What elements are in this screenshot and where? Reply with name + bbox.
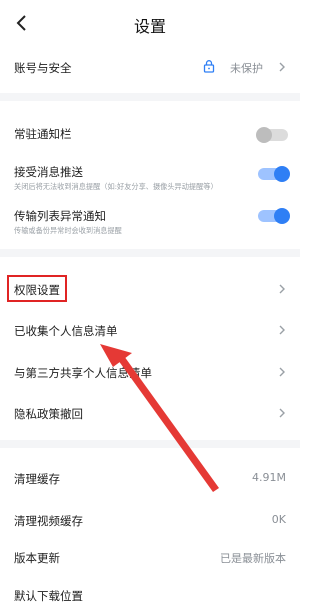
transfer-description: 传输或备份异常时会收到消息提醒: [14, 226, 122, 235]
push-toggle[interactable]: [258, 166, 290, 182]
toggle-knob: [274, 208, 290, 224]
push-description: 关闭后将无法收到消息提醒（如:好友分享、摄像头异动提醒等）: [14, 182, 218, 191]
section-divider: [0, 93, 300, 101]
push-item: 接受消息推送 关闭后将无法收到消息提醒（如:好友分享、摄像头异动提醒等）: [0, 156, 300, 196]
cache-size: 4.91M: [252, 471, 286, 484]
account-security-label: 账号与安全: [14, 61, 72, 75]
collected-info-label: 已收集个人信息清单: [14, 324, 118, 338]
toggle-knob: [256, 127, 272, 143]
chevron-right-icon: [279, 62, 285, 72]
transfer-label: 传输列表异常通知: [14, 209, 106, 223]
download-location-item[interactable]: 默认下载位置: [0, 580, 300, 610]
account-status: 未保护: [230, 62, 263, 75]
chevron-right-icon: [279, 325, 285, 335]
section-divider: [0, 249, 300, 257]
third-party-info-label: 与第三方共享个人信息清单: [14, 366, 152, 380]
version-update-label: 版本更新: [14, 551, 60, 565]
clear-cache-label: 清理缓存: [14, 472, 60, 486]
version-update-item[interactable]: 版本更新 已是最新版本: [0, 544, 300, 574]
chevron-right-icon: [279, 408, 285, 418]
lock-icon: [203, 60, 215, 73]
header-bar: 设置: [0, 0, 300, 46]
page-title: 设置: [133, 17, 166, 36]
privacy-withdraw-item[interactable]: 隐私政策撤回: [0, 394, 300, 432]
highlight-box: [7, 275, 67, 302]
privacy-withdraw-label: 隐私政策撤回: [14, 407, 83, 421]
third-party-info-item[interactable]: 与第三方共享个人信息清单: [0, 353, 300, 391]
collected-info-item[interactable]: 已收集个人信息清单: [0, 311, 300, 349]
transfer-toggle[interactable]: [258, 208, 290, 224]
chevron-right-icon: [279, 284, 285, 294]
notify-bar-item: 常驻通知栏: [0, 112, 300, 150]
clear-video-cache-item[interactable]: 清理视频缓存 0K: [0, 506, 300, 540]
transfer-item: 传输列表异常通知 传输或备份异常时会收到消息提醒: [0, 200, 300, 240]
video-cache-size: 0K: [271, 513, 286, 526]
push-label: 接受消息推送: [14, 165, 83, 179]
chevron-right-icon: [279, 367, 285, 377]
download-location-label: 默认下载位置: [14, 589, 83, 603]
notify-bar-toggle[interactable]: [256, 127, 288, 143]
toggle-knob: [274, 166, 290, 182]
clear-video-cache-label: 清理视频缓存: [14, 514, 83, 528]
clear-cache-item[interactable]: 清理缓存 4.91M: [0, 463, 300, 497]
version-status: 已是最新版本: [220, 552, 286, 565]
notify-bar-label: 常驻通知栏: [14, 127, 72, 141]
section-divider: [0, 440, 300, 448]
